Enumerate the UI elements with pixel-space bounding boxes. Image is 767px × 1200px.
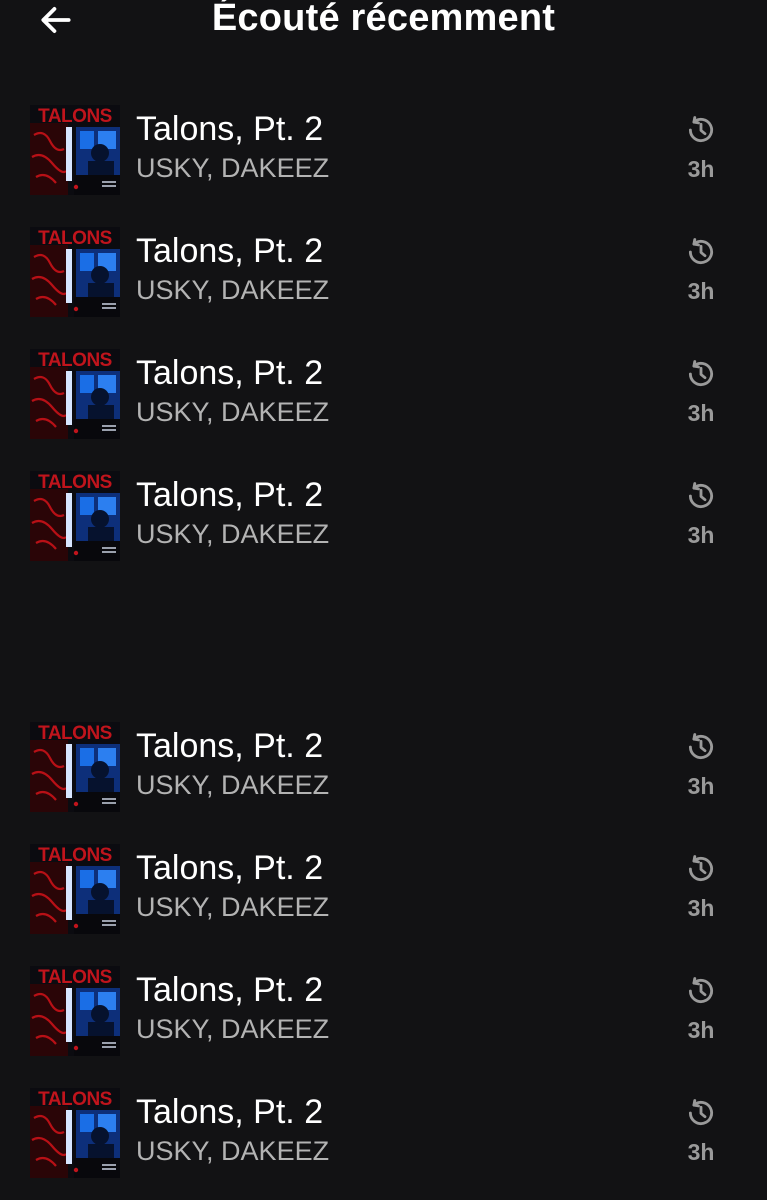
album-cover[interactable]: TALONS	[30, 966, 120, 1056]
track-row[interactable]: TALONS Talons, Pt. 2 USKY, DAKEEZ 3h	[0, 966, 767, 1058]
album-cover[interactable]: TALONS	[30, 471, 120, 561]
history-icon	[688, 855, 714, 881]
album-cover[interactable]: TALONS	[30, 722, 120, 812]
track-row[interactable]: TALONS Talons, Pt. 2 USKY, DAKEEZ 3h	[0, 105, 767, 197]
track-title: Talons, Pt. 2	[136, 110, 324, 148]
cover-title-text: TALONS	[38, 106, 112, 127]
history-icon	[688, 733, 714, 759]
album-art: TALONS	[30, 844, 120, 934]
track-title: Talons, Pt. 2	[136, 354, 324, 392]
track-artist: USKY, DAKEEZ	[136, 275, 330, 305]
track-title: Talons, Pt. 2	[136, 971, 324, 1009]
cover-title-text: TALONS	[38, 350, 112, 371]
track-row[interactable]: TALONS Talons, Pt. 2 USKY, DAKEEZ 3h	[0, 349, 767, 441]
time-ago: 3h	[687, 895, 715, 921]
history-icon	[688, 1099, 714, 1125]
track-row[interactable]: TALONS Talons, Pt. 2 USKY, DAKEEZ 3h	[0, 227, 767, 319]
track-title: Talons, Pt. 2	[136, 849, 324, 887]
album-cover[interactable]: TALONS	[30, 105, 120, 195]
track-row[interactable]: TALONS Talons, Pt. 2 USKY, DAKEEZ 3h	[0, 1088, 767, 1180]
cover-title-text: TALONS	[38, 845, 112, 866]
track-artist: USKY, DAKEEZ	[136, 519, 330, 549]
time-ago: 3h	[687, 773, 715, 799]
album-art: TALONS	[30, 471, 120, 561]
track-title: Talons, Pt. 2	[136, 1093, 324, 1131]
history-icon	[688, 977, 714, 1003]
album-art: TALONS	[30, 349, 120, 439]
history-icon	[688, 360, 714, 386]
track-artist: USKY, DAKEEZ	[136, 397, 330, 427]
time-ago: 3h	[687, 400, 715, 426]
cover-title-text: TALONS	[38, 967, 112, 988]
track-artist: USKY, DAKEEZ	[136, 892, 330, 922]
album-art: TALONS	[30, 1088, 120, 1178]
page-title: Écouté récemment	[211, 0, 556, 39]
album-cover[interactable]: TALONS	[30, 844, 120, 934]
album-cover[interactable]: TALONS	[30, 349, 120, 439]
album-art: TALONS	[30, 722, 120, 812]
album-art: TALONS	[30, 227, 120, 317]
cover-title-text: TALONS	[38, 472, 112, 493]
track-row[interactable]: TALONS Talons, Pt. 2 USKY, DAKEEZ 3h	[0, 844, 767, 936]
track-title: Talons, Pt. 2	[136, 476, 324, 514]
time-ago: 3h	[687, 1017, 715, 1043]
track-title: Talons, Pt. 2	[136, 232, 324, 270]
album-art: TALONS	[30, 966, 120, 1056]
history-icon	[688, 116, 714, 142]
time-ago: 3h	[687, 156, 715, 182]
cover-title-text: TALONS	[38, 723, 112, 744]
cover-title-text: TALONS	[38, 228, 112, 249]
track-title: Talons, Pt. 2	[136, 727, 324, 765]
album-art: TALONS	[30, 105, 120, 195]
time-ago: 3h	[687, 1139, 715, 1165]
time-ago: 3h	[687, 278, 715, 304]
time-ago: 3h	[687, 522, 715, 548]
track-artist: USKY, DAKEEZ	[136, 1014, 330, 1044]
album-cover[interactable]: TALONS	[30, 227, 120, 317]
cover-title-text: TALONS	[38, 1089, 112, 1110]
history-icon	[688, 482, 714, 508]
track-artist: USKY, DAKEEZ	[136, 1136, 330, 1166]
history-icon	[688, 238, 714, 264]
track-row[interactable]: TALONS Talons, Pt. 2 USKY, DAKEEZ 3h	[0, 471, 767, 563]
track-row[interactable]: TALONS Talons, Pt. 2 USKY, DAKEEZ 3h	[0, 722, 767, 814]
header: Écouté récemment	[0, 0, 767, 60]
album-cover[interactable]: TALONS	[30, 1088, 120, 1178]
track-artist: USKY, DAKEEZ	[136, 153, 330, 183]
track-artist: USKY, DAKEEZ	[136, 770, 330, 800]
